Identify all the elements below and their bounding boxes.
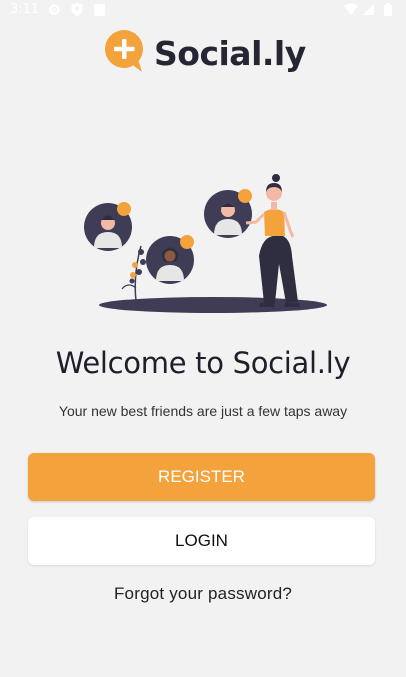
app-logo: Social.ly (104, 29, 306, 78)
shield-icon (71, 3, 83, 19)
login-button[interactable]: LOGIN (28, 517, 375, 565)
gear-icon (48, 3, 61, 19)
clipboard-icon (94, 3, 105, 19)
plus-chat-icon (104, 29, 146, 78)
battery-icon (384, 3, 392, 19)
brand-name: Social.ly (154, 33, 306, 73)
forgot-password-link[interactable]: Forgot your password? (0, 584, 406, 604)
register-button-label: REGISTER (158, 467, 245, 486)
signal-icon (363, 3, 374, 18)
friends-illustration (80, 168, 330, 323)
status-bar: 3:11 (0, 0, 406, 20)
register-button[interactable]: REGISTER (28, 453, 375, 501)
wifi-icon (344, 3, 358, 18)
login-button-label: LOGIN (175, 531, 228, 550)
status-time: 3:11 (10, 2, 40, 17)
welcome-title: Welcome to Social.ly (55, 346, 351, 380)
welcome-subtitle: Your new best friends are just a few tap… (58, 403, 348, 419)
